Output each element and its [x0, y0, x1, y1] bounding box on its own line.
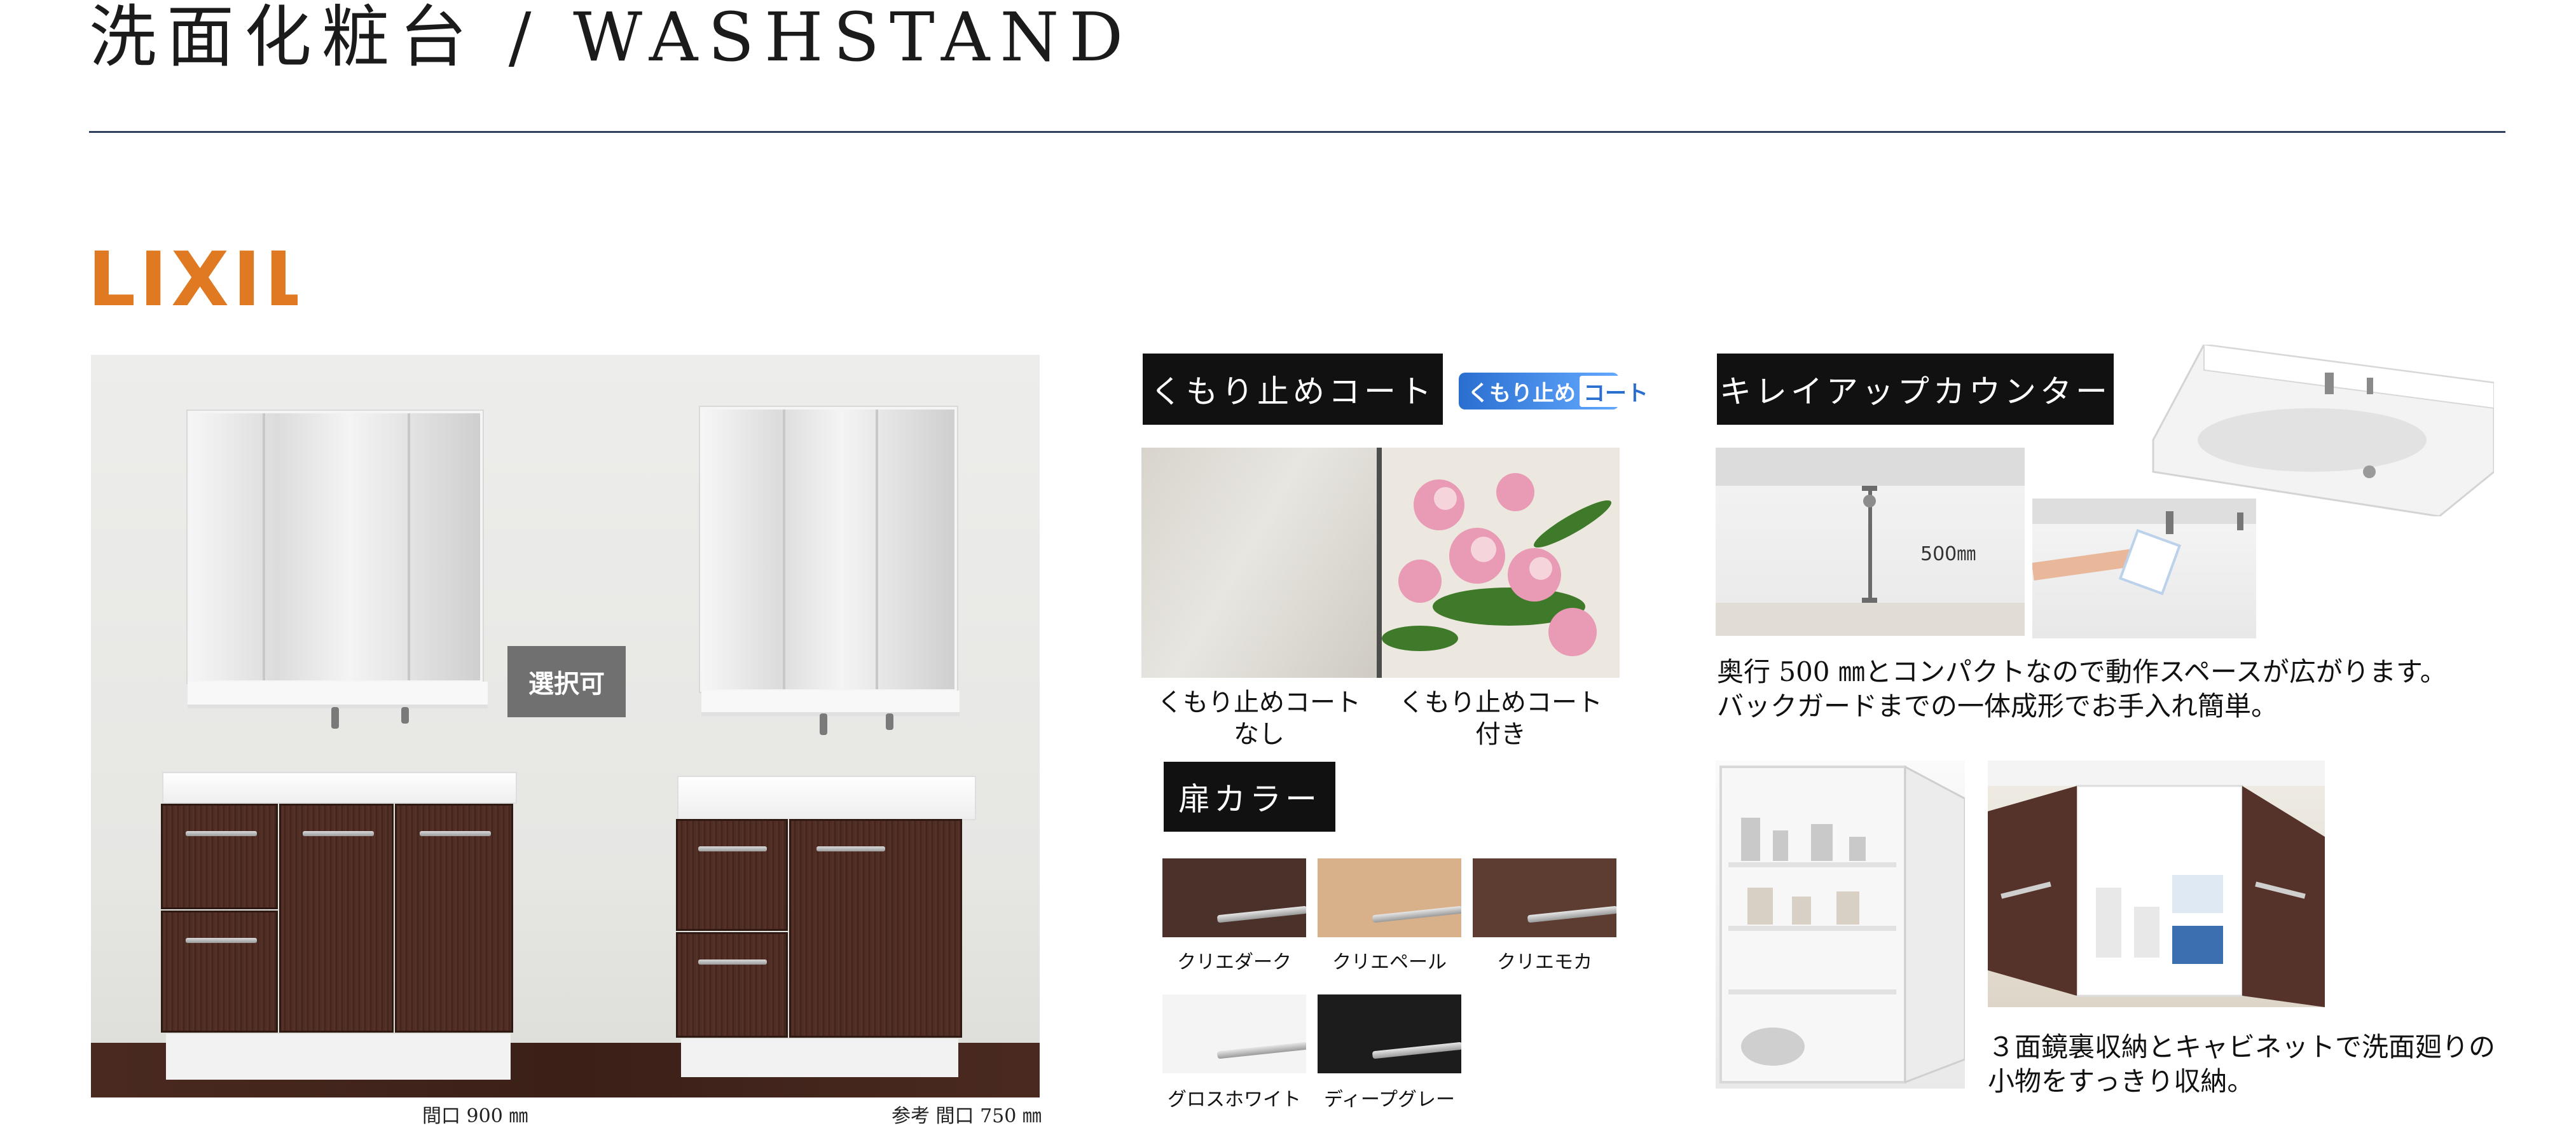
anti-fog-caption-with: くもり止めコート 付き [1382, 687, 1620, 750]
storage-description: ３面鏡裏収納とキャビネットで洗面廻りの 小物をすっきり収納。 [1988, 1030, 2495, 1099]
lixil-logo: LIXIL [88, 242, 298, 318]
swatch-label-crie-dark: クリエダーク [1177, 951, 1291, 973]
mirror-cabinet-900 [188, 411, 483, 683]
shelf-900 [188, 682, 488, 729]
counter-description-line2: バックガードまでの一体成形でお手入れ簡単。 [1717, 691, 2278, 722]
selectable-badge: 選択可 [507, 646, 626, 717]
swatch-deep-grey[interactable] [1318, 994, 1461, 1073]
drawer-upper-900 [161, 804, 278, 909]
product-photo [91, 355, 1040, 1097]
anti-fog-logo-text-2: コート [1580, 375, 1652, 407]
counter-depth-label: 500㎜ [1920, 543, 1976, 565]
anti-fog-logo-text-1: くもり止め [1468, 380, 1576, 406]
drawer-upper-750 [676, 819, 788, 931]
cabinet-storage-photo [1988, 760, 2325, 1007]
swatch-label-gloss-white: グロスホワイト [1167, 1089, 1301, 1111]
drawer-lower-750 [676, 932, 788, 1038]
door-900-center [279, 804, 394, 1033]
swatch-deep-grey-fill [1318, 994, 1461, 1073]
anti-fog-caption-with-line2: 付き [1475, 720, 1526, 749]
swatch-label-deep-grey: ディープグレー [1323, 1089, 1456, 1111]
anti-fog-logo: くもり止め コート [1459, 373, 1652, 409]
page-title: 洗面化粧台 / WASHSTAND [89, 0, 1134, 76]
anti-fog-photo-divider [1377, 448, 1382, 678]
counter-description-line1: 奥行 500 ㎜とコンパクトなので動作スペースが広がります。 [1717, 656, 2447, 687]
swatch-crie-pale-fill [1318, 858, 1461, 937]
caption-900: 間口 900 ㎜ [422, 1105, 528, 1127]
counter-depth-photo [1716, 448, 2025, 636]
anti-fog-photo-with [1382, 448, 1620, 678]
anti-fog-caption-without-line1: くもり止めコート [1157, 688, 1361, 717]
anti-fog-photo-without [1141, 448, 1377, 678]
door-color-header: 扉カラー [1164, 762, 1335, 832]
door-750 [789, 819, 962, 1038]
counter-750 [677, 776, 976, 820]
plinth-750 [681, 1039, 958, 1077]
anti-fog-header: くもり止めコート [1143, 354, 1443, 425]
drawer-lower-900 [161, 911, 278, 1033]
svg-text:LIXIL: LIXIL [88, 242, 298, 318]
storage-description-line2: 小物をすっきり収納。 [1988, 1066, 2254, 1097]
swatch-crie-dark-fill [1162, 858, 1306, 937]
counter-basin-image [2152, 345, 2494, 516]
counter-description: 奥行 500 ㎜とコンパクトなので動作スペースが広がります。 バックガードまでの… [1717, 655, 2447, 724]
anti-fog-caption-with-line1: くもり止めコート [1399, 688, 1602, 717]
plinth-900 [166, 1034, 511, 1080]
swatch-gloss-white[interactable] [1162, 994, 1306, 1073]
swatch-label-crie-mocha: クリエモカ [1497, 951, 1592, 973]
anti-fog-caption-without: くもり止めコート なし [1141, 687, 1377, 750]
swatch-crie-mocha[interactable] [1473, 858, 1616, 937]
mirror-cabinet-750 [700, 407, 957, 692]
caption-750: 参考 間口 750 ㎜ [892, 1105, 1042, 1127]
anti-fog-caption-without-line2: なし [1234, 720, 1285, 749]
swatch-label-crie-pale: クリエペール [1332, 951, 1447, 973]
swatch-gloss-white-fill [1162, 994, 1306, 1073]
shelf-750 [701, 691, 960, 735]
swatch-crie-mocha-fill [1473, 858, 1616, 937]
counter-900 [162, 772, 517, 804]
swatch-crie-pale[interactable] [1318, 858, 1461, 937]
mirror-storage-photo [1716, 760, 1965, 1089]
swatch-crie-dark[interactable] [1162, 858, 1306, 937]
door-900-right [395, 804, 513, 1033]
counter-header: キレイアップカウンター [1717, 354, 2114, 425]
storage-description-line1: ３面鏡裏収納とキャビネットで洗面廻りの [1988, 1031, 2496, 1063]
title-divider [89, 131, 2505, 133]
counter-cleaning-photo [2032, 499, 2256, 638]
